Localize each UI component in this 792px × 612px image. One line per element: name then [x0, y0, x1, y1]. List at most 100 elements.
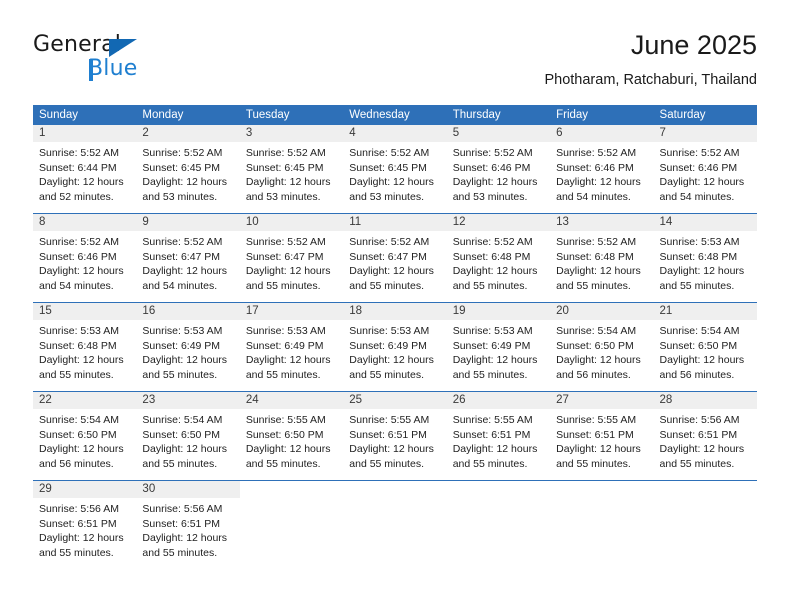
sunset-text: Sunset: 6:46 PM: [556, 161, 634, 174]
calendar-day-cell[interactable]: 16 Sunrise: 5:53 AM Sunset: 6:49 PM Dayligh…: [136, 303, 240, 391]
location-subtitle: Photharam, Ratchaburi, Thailand: [544, 72, 757, 88]
day-number: [343, 481, 446, 498]
day-details: Sunrise: 5:56 AM Sunset: 6:51 PM Daylight:…: [33, 498, 136, 560]
daylight-text: Daylight: 12 hours and 55 minutes.: [452, 443, 538, 470]
weekday-header-thursday: Thursday: [452, 109, 501, 121]
sunrise-text: Sunrise: 5:52 AM: [39, 236, 119, 248]
daylight-text: Daylight: 12 hours and 54 minutes.: [659, 176, 745, 203]
calendar-day-cell[interactable]: 5 Sunrise: 5:52 AM Sunset: 6:46 PM Daylight…: [446, 125, 551, 213]
daylight-text: Daylight: 12 hours and 55 minutes.: [245, 354, 331, 381]
calendar-day-cell[interactable]: 18 Sunrise: 5:53 AM Sunset: 6:49 PM Dayligh…: [343, 303, 447, 391]
day-number: [654, 481, 757, 498]
day-details: Sunrise: 5:53 AM Sunset: 6:48 PM Daylight:…: [33, 320, 136, 382]
sunrise-text: Sunrise: 5:52 AM: [349, 236, 430, 248]
sunset-text: Sunset: 6:48 PM: [659, 250, 738, 263]
day-number: 22: [33, 392, 137, 409]
calendar-day-cell[interactable]: 27 Sunrise: 5:55 AM Sunset: 6:51 PM Dayligh…: [550, 392, 654, 480]
daylight-text: Daylight: 12 hours and 53 minutes.: [245, 176, 331, 203]
daylight-text: Daylight: 12 hours and 55 minutes.: [556, 443, 641, 470]
weekday-header-wednesday: Wednesday: [349, 109, 410, 121]
sunset-text: Sunset: 6:51 PM: [452, 428, 531, 441]
calendar-day-cell[interactable]: 24 Sunrise: 5:55 AM Sunset: 6:50 PM Dayligh…: [239, 392, 344, 480]
day-number: 11: [343, 214, 447, 231]
daylight-text: Daylight: 12 hours and 55 minutes.: [245, 265, 331, 292]
day-details: Sunrise: 5:52 AM Sunset: 6:47 PM Daylight:…: [343, 231, 446, 293]
calendar-day-cell[interactable]: 30 Sunrise: 5:56 AM Sunset: 6:51 PM Dayligh…: [136, 481, 240, 570]
sunrise-text: Sunrise: 5:54 AM: [142, 414, 223, 426]
calendar-week-row: 29 Sunrise: 5:56 AM Sunset: 6:51 PM Dayligh…: [33, 481, 757, 570]
day-number: 3: [239, 125, 344, 142]
calendar-week-row: 1 Sunrise: 5:52 AM Sunset: 6:44 PM Daylight…: [33, 125, 757, 214]
sunset-text: Sunset: 6:48 PM: [452, 250, 531, 263]
sunrise-text: Sunrise: 5:53 AM: [245, 325, 326, 337]
sunrise-text: Sunrise: 5:56 AM: [659, 414, 740, 426]
calendar-day-cell[interactable]: 4 Sunrise: 5:52 AM Sunset: 6:45 PM Daylight…: [343, 125, 447, 213]
calendar-day-cell[interactable]: 6 Sunrise: 5:52 AM Sunset: 6:46 PM Daylight…: [550, 125, 654, 213]
calendar-day-cell[interactable]: 9 Sunrise: 5:52 AM Sunset: 6:47 PM Daylight…: [136, 214, 240, 302]
calendar-day-cell-empty: [653, 481, 757, 570]
calendar-day-cell[interactable]: 3 Sunrise: 5:52 AM Sunset: 6:45 PM Daylight…: [239, 125, 344, 213]
day-details: Sunrise: 5:52 AM Sunset: 6:48 PM Daylight:…: [447, 231, 550, 293]
sunset-text: Sunset: 6:47 PM: [349, 250, 427, 263]
calendar-week-row: 8 Sunrise: 5:52 AM Sunset: 6:46 PM Daylight…: [33, 214, 757, 303]
logo-text-blue: Blue: [88, 56, 138, 81]
sunset-text: Sunset: 6:46 PM: [659, 161, 738, 174]
calendar-day-cell[interactable]: 20 Sunrise: 5:54 AM Sunset: 6:50 PM Dayligh…: [550, 303, 654, 391]
calendar-day-cell-empty: [239, 481, 344, 570]
calendar-day-cell[interactable]: 26 Sunrise: 5:55 AM Sunset: 6:51 PM Dayligh…: [446, 392, 551, 480]
day-details: Sunrise: 5:53 AM Sunset: 6:49 PM Daylight:…: [447, 320, 550, 382]
calendar-day-cell-empty: [343, 481, 447, 570]
sunrise-text: Sunrise: 5:52 AM: [452, 236, 533, 248]
daylight-text: Daylight: 12 hours and 54 minutes.: [556, 176, 641, 203]
day-details: Sunrise: 5:54 AM Sunset: 6:50 PM Daylight:…: [33, 409, 136, 471]
calendar-day-cell[interactable]: 28 Sunrise: 5:56 AM Sunset: 6:51 PM Dayligh…: [653, 392, 757, 480]
calendar-day-cell[interactable]: 23 Sunrise: 5:54 AM Sunset: 6:50 PM Dayligh…: [136, 392, 240, 480]
calendar-day-cell[interactable]: 1 Sunrise: 5:52 AM Sunset: 6:44 PM Daylight…: [33, 125, 137, 213]
day-details: Sunrise: 5:52 AM Sunset: 6:45 PM Daylight:…: [343, 142, 446, 204]
calendar-day-cell[interactable]: 2 Sunrise: 5:52 AM Sunset: 6:45 PM Daylight…: [136, 125, 240, 213]
calendar-day-cell[interactable]: 13 Sunrise: 5:52 AM Sunset: 6:48 PM Dayligh…: [550, 214, 654, 302]
calendar-day-cell[interactable]: 11 Sunrise: 5:52 AM Sunset: 6:47 PM Dayligh…: [343, 214, 447, 302]
calendar-day-cell[interactable]: 22 Sunrise: 5:54 AM Sunset: 6:50 PM Dayligh…: [33, 392, 137, 480]
calendar-body: 1 Sunrise: 5:52 AM Sunset: 6:44 PM Daylight…: [33, 125, 757, 570]
sunset-text: Sunset: 6:50 PM: [556, 339, 634, 352]
day-number: 19: [446, 303, 551, 320]
sunrise-text: Sunrise: 5:52 AM: [452, 147, 533, 159]
sunset-text: Sunset: 6:50 PM: [245, 428, 324, 441]
sunrise-text: Sunrise: 5:56 AM: [142, 503, 223, 515]
sunrise-text: Sunrise: 5:52 AM: [659, 147, 740, 159]
day-number: 24: [239, 392, 344, 409]
sunrise-text: Sunrise: 5:55 AM: [556, 414, 637, 426]
sunrise-text: Sunrise: 5:54 AM: [556, 325, 637, 337]
day-number: 21: [653, 303, 757, 320]
sunrise-text: Sunrise: 5:55 AM: [452, 414, 533, 426]
calendar-day-cell[interactable]: 19 Sunrise: 5:53 AM Sunset: 6:49 PM Dayligh…: [446, 303, 551, 391]
calendar-day-cell[interactable]: 10 Sunrise: 5:52 AM Sunset: 6:47 PM Dayligh…: [239, 214, 344, 302]
day-details: Sunrise: 5:53 AM Sunset: 6:48 PM Daylight:…: [654, 231, 757, 293]
calendar-day-cell[interactable]: 15 Sunrise: 5:53 AM Sunset: 6:48 PM Dayligh…: [33, 303, 137, 391]
sunset-text: Sunset: 6:46 PM: [452, 161, 531, 174]
sunset-text: Sunset: 6:50 PM: [39, 428, 117, 441]
sunrise-text: Sunrise: 5:56 AM: [39, 503, 119, 515]
day-details: Sunrise: 5:52 AM Sunset: 6:46 PM Daylight:…: [550, 142, 653, 204]
daylight-text: Daylight: 12 hours and 53 minutes.: [142, 176, 228, 203]
sunset-text: Sunset: 6:49 PM: [142, 339, 221, 352]
general-blue-logo[interactable]: General Blue: [33, 32, 203, 88]
day-details: Sunrise: 5:52 AM Sunset: 6:45 PM Daylight:…: [136, 142, 239, 204]
calendar-day-cell[interactable]: 7 Sunrise: 5:52 AM Sunset: 6:46 PM Daylight…: [653, 125, 757, 213]
daylight-text: Daylight: 12 hours and 53 minutes.: [349, 176, 434, 203]
calendar-day-cell[interactable]: 21 Sunrise: 5:54 AM Sunset: 6:50 PM Dayligh…: [653, 303, 757, 391]
sunset-text: Sunset: 6:45 PM: [142, 161, 221, 174]
sunrise-text: Sunrise: 5:54 AM: [659, 325, 740, 337]
daylight-text: Daylight: 12 hours and 55 minutes.: [39, 354, 124, 381]
daylight-text: Daylight: 12 hours and 55 minutes.: [142, 443, 228, 470]
calendar-day-cell[interactable]: 14 Sunrise: 5:53 AM Sunset: 6:48 PM Dayligh…: [653, 214, 757, 302]
calendar-day-cell[interactable]: 29 Sunrise: 5:56 AM Sunset: 6:51 PM Dayligh…: [33, 481, 137, 570]
sunset-text: Sunset: 6:47 PM: [142, 250, 221, 263]
calendar-day-cell[interactable]: 8 Sunrise: 5:52 AM Sunset: 6:46 PM Daylight…: [33, 214, 137, 302]
calendar-day-cell[interactable]: 17 Sunrise: 5:53 AM Sunset: 6:49 PM Dayligh…: [239, 303, 344, 391]
calendar-day-cell[interactable]: 12 Sunrise: 5:52 AM Sunset: 6:48 PM Dayligh…: [446, 214, 551, 302]
daylight-text: Daylight: 12 hours and 55 minutes.: [659, 265, 745, 292]
day-number: [240, 481, 343, 498]
calendar-day-cell[interactable]: 25 Sunrise: 5:55 AM Sunset: 6:51 PM Dayligh…: [343, 392, 447, 480]
